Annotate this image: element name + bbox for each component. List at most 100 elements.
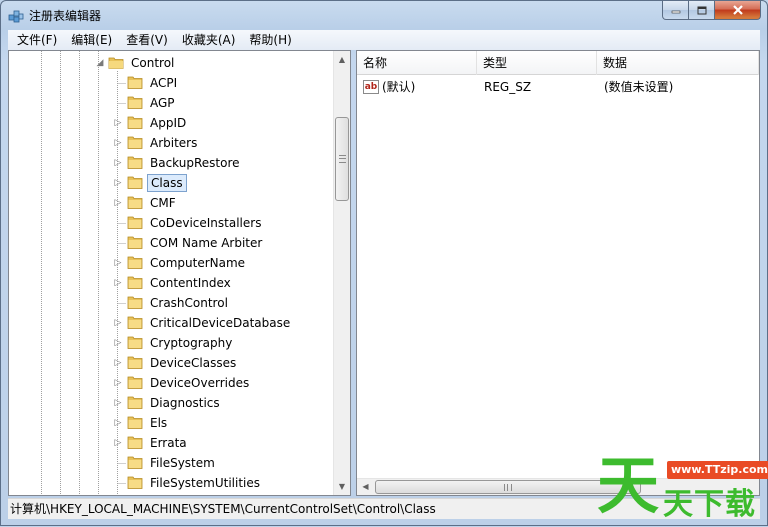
- tree-node-label[interactable]: ACPI: [147, 74, 180, 92]
- tree-node-label[interactable]: COM Name Arbiter: [147, 234, 265, 252]
- folder-icon: [127, 416, 143, 429]
- tree-node[interactable]: ▷ Cryptography: [9, 333, 337, 353]
- scroll-down-arrow-icon[interactable]: ▼: [334, 478, 350, 495]
- expand-arrow-icon[interactable]: ▷: [113, 177, 123, 189]
- expand-arrow-icon[interactable]: ▷: [113, 137, 123, 149]
- tree-node-label[interactable]: CrashControl: [147, 294, 231, 312]
- tree-branch-line: [117, 223, 126, 224]
- expand-arrow-icon[interactable]: ▷: [113, 257, 123, 269]
- tree-node-label[interactable]: DeviceOverrides: [147, 374, 252, 392]
- tree-node[interactable]: AGP: [9, 93, 337, 113]
- folder-icon: [127, 76, 143, 89]
- tree-node-label[interactable]: Els: [147, 414, 170, 432]
- folder-icon: [127, 116, 143, 129]
- folder-icon: [127, 236, 143, 249]
- tree-node[interactable]: ▷ Diagnostics: [9, 393, 337, 413]
- menu-file[interactable]: 文件(F): [10, 30, 64, 50]
- folder-icon: [127, 476, 143, 489]
- tree-node[interactable]: COM Name Arbiter: [9, 233, 337, 253]
- tree-node-label[interactable]: Errata: [147, 434, 190, 452]
- folder-icon: [127, 296, 143, 309]
- tree-node-label[interactable]: FileSystem: [147, 454, 218, 472]
- title-bar[interactable]: 注册表编辑器: [1, 1, 767, 31]
- expand-arrow-icon[interactable]: ▷: [113, 157, 123, 169]
- tree-node[interactable]: ▷ BackupRestore: [9, 153, 337, 173]
- tree-vertical-scrollbar[interactable]: ▲ ▼: [333, 51, 350, 495]
- scroll-left-arrow-icon[interactable]: ◀: [357, 479, 374, 495]
- scroll-thumb[interactable]: [335, 117, 349, 201]
- folder-icon: [127, 356, 143, 369]
- expand-arrow-icon[interactable]: ▷: [113, 117, 123, 129]
- expand-arrow-icon[interactable]: ▷: [113, 197, 123, 209]
- value-row[interactable]: ab (默认) REG_SZ (数值未设置): [357, 77, 759, 97]
- tree-node[interactable]: FileSystem: [9, 453, 337, 473]
- tree-node-control[interactable]: ◢ Control: [9, 53, 337, 73]
- tree-node[interactable]: ▷ Els: [9, 413, 337, 433]
- tree-node-label[interactable]: CMF: [147, 194, 179, 212]
- folder-icon: [127, 196, 143, 209]
- tree-node[interactable]: ACPI: [9, 73, 337, 93]
- expand-arrow-icon[interactable]: ▷: [113, 337, 123, 349]
- tree-branch-line: [117, 463, 126, 464]
- value-type: REG_SZ: [484, 80, 532, 94]
- tree-node[interactable]: ▷ Class: [9, 173, 337, 193]
- column-header-name[interactable]: 名称: [357, 51, 477, 75]
- tree-node-label[interactable]: Cryptography: [147, 334, 235, 352]
- menu-view[interactable]: 查看(V): [119, 30, 175, 50]
- tree-node-label[interactable]: FileSystemUtilities: [147, 474, 263, 492]
- expand-arrow-icon[interactable]: ▷: [113, 357, 123, 369]
- tree-node[interactable]: ▷ ComputerName: [9, 253, 337, 273]
- tree-node-label[interactable]: Arbiters: [147, 134, 200, 152]
- minimize-button[interactable]: [662, 1, 689, 20]
- caption-buttons: [662, 1, 761, 21]
- tree-node-label[interactable]: CoDeviceInstallers: [147, 214, 264, 232]
- expand-arrow-icon[interactable]: ▷: [113, 317, 123, 329]
- tree-node[interactable]: ▷ CMF: [9, 193, 337, 213]
- menu-help[interactable]: 帮助(H): [242, 30, 298, 50]
- expand-arrow-icon[interactable]: ▷: [113, 397, 123, 409]
- tree-node-label[interactable]: ComputerName: [147, 254, 248, 272]
- menu-edit[interactable]: 编辑(E): [64, 30, 119, 50]
- tree-node-label[interactable]: CriticalDeviceDatabase: [147, 314, 293, 332]
- expand-arrow-icon[interactable]: ▷: [113, 437, 123, 449]
- tree-node-label[interactable]: AGP: [147, 94, 178, 112]
- tree-node[interactable]: ▷ Arbiters: [9, 133, 337, 153]
- values-list[interactable]: 名称 类型 数据 ab (默认) REG_SZ (数值未设置) ◀: [356, 50, 760, 496]
- maximize-button[interactable]: [689, 1, 715, 20]
- tree-node[interactable]: ▷ Errata: [9, 433, 337, 453]
- expand-arrow-icon[interactable]: ▷: [113, 277, 123, 289]
- scroll-up-arrow-icon[interactable]: ▲: [334, 51, 350, 68]
- close-button[interactable]: [715, 1, 761, 20]
- expand-arrow-icon[interactable]: ▷: [113, 417, 123, 429]
- expand-arrow-icon[interactable]: ▷: [113, 377, 123, 389]
- tree-node-label[interactable]: BackupRestore: [147, 154, 243, 172]
- tree-node-label[interactable]: ContentIndex: [147, 274, 234, 292]
- tree-node[interactable]: ▷ AppID: [9, 113, 337, 133]
- tree-node-label[interactable]: DeviceClasses: [147, 354, 239, 372]
- column-header-data[interactable]: 数据: [597, 51, 759, 75]
- column-header-type[interactable]: 类型: [477, 51, 597, 75]
- tree-node[interactable]: ▷ DeviceOverrides: [9, 373, 337, 393]
- tree-node[interactable]: ▷ CriticalDeviceDatabase: [9, 313, 337, 333]
- folder-icon: [127, 176, 143, 189]
- registry-tree[interactable]: ◢ Control ACPI AGP ▷ AppID ▷ Arbiters ▷ BackupR…: [8, 50, 351, 496]
- folder-icon: [127, 316, 143, 329]
- maximize-icon: [697, 6, 706, 14]
- scroll-grip-icon: [339, 155, 346, 163]
- menu-favorites[interactable]: 收藏夹(A): [175, 30, 243, 50]
- tree-node[interactable]: CoDeviceInstallers: [9, 213, 337, 233]
- folder-icon: [127, 436, 143, 449]
- tree-node-label[interactable]: Control: [128, 54, 177, 72]
- tree-node[interactable]: ▷ ContentIndex: [9, 273, 337, 293]
- scroll-grip-icon: [504, 484, 512, 491]
- tree-node[interactable]: CrashControl: [9, 293, 337, 313]
- tree-node-label[interactable]: AppID: [147, 114, 189, 132]
- tree-node[interactable]: FileSystemUtilities: [9, 473, 337, 493]
- collapse-arrow-icon[interactable]: ◢: [95, 57, 105, 69]
- tree-branch-line: [117, 103, 126, 104]
- tree-node[interactable]: ▷ DeviceClasses: [9, 353, 337, 373]
- tree-node-label[interactable]: Class: [147, 174, 187, 192]
- folder-icon: [127, 96, 143, 109]
- minimize-icon: [671, 10, 680, 14]
- tree-node-label[interactable]: Diagnostics: [147, 394, 223, 412]
